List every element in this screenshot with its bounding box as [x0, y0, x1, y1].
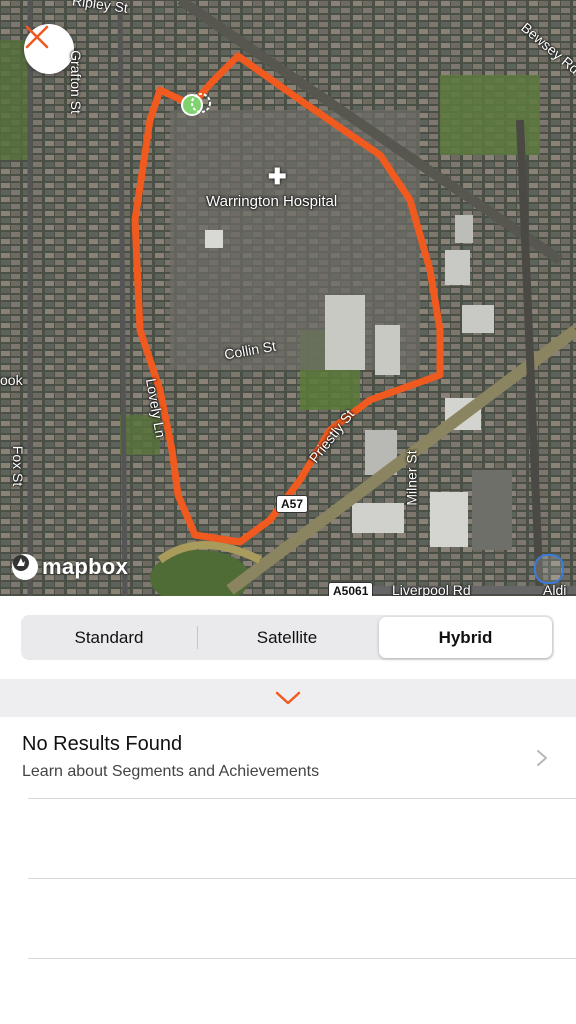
- map-type-standard[interactable]: Standard: [21, 615, 197, 660]
- chevron-right-icon: [537, 750, 547, 766]
- collapse-panel-button[interactable]: [0, 679, 576, 717]
- mapbox-attribution[interactable]: mapbox: [12, 554, 128, 580]
- results-row[interactable]: No Results Found Learn about Segments an…: [0, 717, 576, 798]
- close-button[interactable]: [24, 24, 74, 74]
- poi-label-aldi: Aldi: [543, 582, 567, 596]
- results-subtitle: Learn about Segments and Achievements: [22, 763, 320, 780]
- mapbox-logo-icon: [12, 554, 38, 580]
- map-view[interactable]: Ripley St Grafton St Bewsey Rd ✚ Warring…: [0, 0, 576, 596]
- street-label-liverpool: Liverpool Rd: [392, 582, 471, 596]
- road-shield-a5061: A5061: [328, 582, 374, 596]
- poi-label-hospital: Warrington Hospital: [206, 193, 338, 210]
- road-shield-a57: A57: [276, 495, 309, 513]
- street-label-milner: Milner St: [403, 450, 420, 506]
- row-divider: [28, 958, 576, 959]
- close-icon: [25, 25, 49, 49]
- row-divider: [28, 798, 576, 799]
- hospital-cross-icon: ✚: [268, 164, 287, 189]
- row-divider: [28, 878, 576, 879]
- results-title: No Results Found: [22, 733, 183, 755]
- street-label-fox: Fox St: [10, 445, 27, 487]
- map-type-selector: Standard Satellite Hybrid: [21, 615, 554, 660]
- street-label-grafton: Grafton St: [67, 50, 84, 114]
- street-label-brook: ook: [0, 372, 23, 388]
- shopping-cart-icon: [534, 554, 564, 584]
- map-type-hybrid[interactable]: Hybrid: [379, 617, 552, 658]
- map-type-satellite[interactable]: Satellite: [198, 615, 376, 660]
- chevron-down-icon: [275, 691, 301, 705]
- mapbox-logo-text: mapbox: [42, 554, 129, 579]
